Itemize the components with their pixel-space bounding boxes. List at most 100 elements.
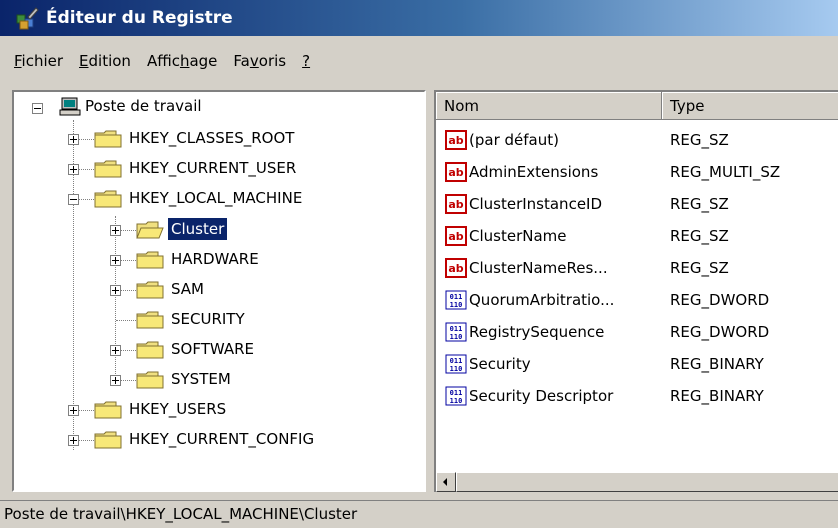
list-item[interactable]: ab (par défaut) REG_SZ bbox=[436, 126, 838, 156]
tree-item-hklm[interactable]: HKEY_LOCAL_MACHINE bbox=[126, 187, 305, 209]
value-type: REG_MULTI_SZ bbox=[670, 163, 781, 181]
value-name: Security Descriptor bbox=[469, 387, 614, 405]
value-name: ClusterNameRes... bbox=[469, 259, 608, 277]
menu-edition-label: dition bbox=[88, 52, 131, 70]
svg-text:011: 011 bbox=[450, 357, 463, 365]
menu-affichage-label: age bbox=[189, 52, 218, 70]
tree-item-system[interactable]: SYSTEM bbox=[168, 368, 234, 390]
list-item[interactable]: ab ClusterInstanceID REG_SZ bbox=[436, 190, 838, 220]
tree-connector bbox=[116, 320, 138, 321]
expand-toggle[interactable] bbox=[68, 134, 79, 145]
regedit-icon bbox=[16, 7, 39, 30]
svg-text:ab: ab bbox=[448, 230, 463, 243]
tree-item-cluster[interactable]: Cluster bbox=[166, 217, 229, 241]
key-tree-pane[interactable]: Poste de travail HKEY_CLASSES_ROOT HKEY_… bbox=[12, 90, 426, 492]
menu-fichier[interactable]: Fichier bbox=[14, 52, 63, 70]
value-type: REG_DWORD bbox=[670, 323, 770, 341]
tree-item-hkcc[interactable]: HKEY_CURRENT_CONFIG bbox=[126, 428, 317, 450]
string-value-icon: ab bbox=[445, 194, 467, 214]
expand-toggle[interactable] bbox=[68, 405, 79, 416]
folder-icon bbox=[136, 311, 164, 329]
values-list-pane[interactable]: Nom Type ab (par défaut) REG_SZ ab AdminExte… bbox=[434, 90, 838, 492]
tree-item-security[interactable]: SECURITY bbox=[168, 308, 248, 330]
expand-toggle[interactable] bbox=[110, 375, 121, 386]
menu-edition-accel: E bbox=[79, 52, 89, 70]
binary-value-icon: 011110 bbox=[445, 354, 467, 374]
window-title: Éditeur du Registre bbox=[46, 8, 233, 28]
tree-item-hkcu[interactable]: HKEY_CURRENT_USER bbox=[126, 157, 299, 179]
list-item[interactable]: ab AdminExtensions REG_MULTI_SZ bbox=[436, 158, 838, 188]
expand-toggle[interactable] bbox=[110, 255, 121, 266]
svg-text:110: 110 bbox=[450, 397, 463, 405]
binary-value-icon: 011110 bbox=[445, 290, 467, 310]
status-bar: Poste de travail\HKEY_LOCAL_MACHINE\Clus… bbox=[0, 500, 838, 528]
menu-favoris[interactable]: Favoris bbox=[233, 52, 286, 70]
string-value-icon: ab bbox=[445, 162, 467, 182]
menu-affichage[interactable]: Affichage bbox=[147, 52, 217, 70]
folder-icon bbox=[136, 341, 164, 359]
menu-favoris-accel: v bbox=[249, 52, 259, 70]
menu-affichage-pre: Affic bbox=[146, 52, 180, 70]
folder-icon bbox=[136, 251, 164, 269]
value-name: QuorumArbitratio... bbox=[469, 291, 615, 309]
menu-fichier-label: ichier bbox=[21, 52, 64, 70]
value-type: REG_SZ bbox=[670, 227, 729, 245]
value-type: REG_SZ bbox=[670, 131, 729, 149]
tree-item-hkcr[interactable]: HKEY_CLASSES_ROOT bbox=[126, 127, 297, 149]
list-item[interactable]: 011 110 QuorumArbitratio... REG_DWORD bbox=[436, 286, 838, 316]
tree-item-software[interactable]: SOFTWARE bbox=[168, 338, 257, 360]
svg-text:011: 011 bbox=[450, 325, 463, 333]
expand-toggle[interactable] bbox=[110, 225, 121, 236]
svg-text:011: 011 bbox=[450, 389, 463, 397]
tree-item-hardware[interactable]: HARDWARE bbox=[168, 248, 262, 270]
value-name: ClusterName bbox=[469, 227, 567, 245]
list-item[interactable]: ab ClusterNameRes... REG_SZ bbox=[436, 254, 838, 284]
svg-text:110: 110 bbox=[450, 301, 463, 309]
svg-text:110: 110 bbox=[450, 333, 463, 341]
value-type: REG_BINARY bbox=[670, 387, 764, 405]
menu-help[interactable]: ? bbox=[302, 52, 310, 70]
folder-icon bbox=[94, 160, 122, 178]
collapse-toggle[interactable] bbox=[32, 103, 43, 114]
menu-favoris-label: oris bbox=[258, 52, 287, 70]
tree-connector bbox=[115, 216, 116, 384]
menu-edition[interactable]: Edition bbox=[79, 52, 131, 70]
tree-item-sam[interactable]: SAM bbox=[168, 278, 207, 300]
collapse-toggle[interactable] bbox=[68, 194, 79, 205]
tree-root-label[interactable]: Poste de travail bbox=[82, 95, 205, 117]
title-bar[interactable]: Éditeur du Registre bbox=[0, 0, 838, 36]
scroll-thumb[interactable] bbox=[456, 472, 838, 492]
menu-help-accel: ? bbox=[302, 52, 311, 70]
binary-value-icon: 011110 bbox=[445, 386, 467, 406]
value-name: Security bbox=[469, 355, 531, 373]
expand-toggle[interactable] bbox=[68, 435, 79, 446]
folder-icon bbox=[136, 281, 164, 299]
string-value-icon: ab bbox=[445, 226, 467, 246]
svg-text:ab: ab bbox=[448, 166, 463, 179]
string-value-icon: ab bbox=[445, 130, 467, 150]
tree-item-hku[interactable]: HKEY_USERS bbox=[126, 398, 229, 420]
menu-fichier-accel: F bbox=[14, 52, 22, 70]
column-header-nom[interactable]: Nom bbox=[436, 92, 662, 120]
svg-text:ab: ab bbox=[448, 262, 463, 275]
list-item[interactable]: 011 110 Security REG_BINARY bbox=[436, 350, 838, 380]
column-header-type[interactable]: Type bbox=[662, 92, 838, 120]
list-item[interactable]: ab ClusterName REG_SZ bbox=[436, 222, 838, 252]
value-name: AdminExtensions bbox=[469, 163, 599, 181]
expand-toggle[interactable] bbox=[110, 285, 121, 296]
list-item[interactable]: 011 110 Security Descriptor REG_BINARY bbox=[436, 382, 838, 412]
value-name: (par défaut) bbox=[469, 131, 559, 149]
folder-icon bbox=[94, 401, 122, 419]
expand-toggle[interactable] bbox=[110, 345, 121, 356]
horizontal-scrollbar[interactable] bbox=[436, 472, 838, 492]
expand-toggle[interactable] bbox=[68, 164, 79, 175]
folder-icon bbox=[94, 431, 122, 449]
binary-value-icon: 011110 bbox=[445, 322, 467, 342]
menu-bar: Fichier Edition Affichage Favoris ? bbox=[0, 41, 838, 81]
value-type: REG_SZ bbox=[670, 195, 729, 213]
svg-text:ab: ab bbox=[448, 134, 463, 147]
scroll-left-button[interactable] bbox=[436, 472, 456, 492]
list-item[interactable]: 011 110 RegistrySequence REG_DWORD bbox=[436, 318, 838, 348]
svg-text:ab: ab bbox=[448, 198, 463, 211]
value-type: REG_DWORD bbox=[670, 291, 770, 309]
